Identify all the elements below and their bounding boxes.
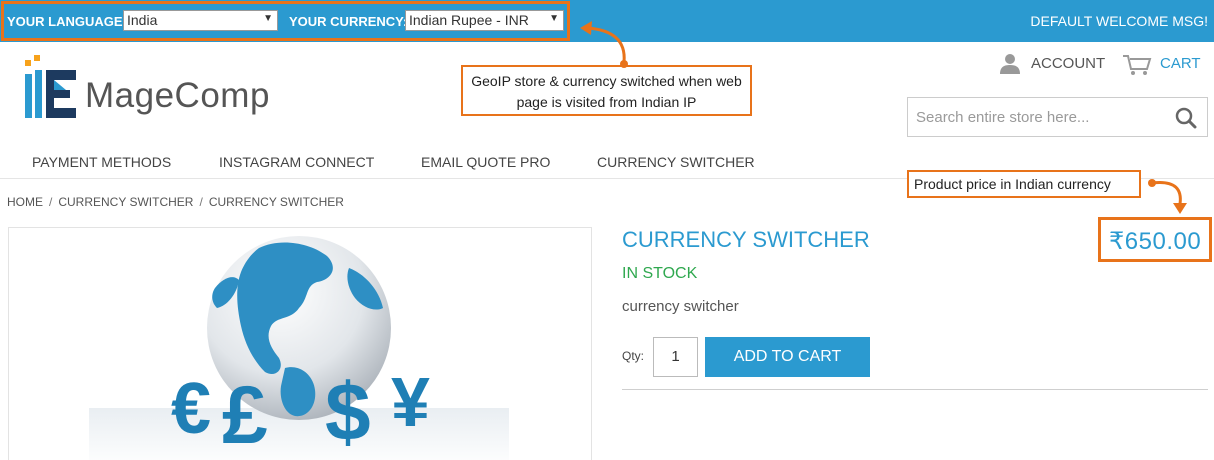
language-select-value: India xyxy=(127,12,158,28)
arrow-line-icon xyxy=(1151,180,1182,205)
nav-item-email-quote-pro[interactable]: EMAIL QUOTE PRO xyxy=(421,154,550,170)
divider xyxy=(622,389,1208,390)
arrow-head-icon xyxy=(1173,203,1187,214)
breadcrumb: HOME / CURRENCY SWITCHER / CURRENCY SWITCHER xyxy=(7,195,344,209)
price-highlight-box: ₹650.00 xyxy=(1098,217,1212,262)
breadcrumb-current: CURRENCY SWITCHER xyxy=(208,195,344,209)
search-input[interactable] xyxy=(908,98,1168,136)
add-to-cart-button[interactable]: ADD TO CART xyxy=(705,337,870,377)
nav-item-payment-methods[interactable]: PAYMENT METHODS xyxy=(32,154,171,170)
currency-select-value: Indian Rupee - INR xyxy=(409,12,529,28)
welcome-message: DEFAULT WELCOME MSG! xyxy=(1030,13,1208,29)
stock-status: IN STOCK xyxy=(622,265,698,282)
currency-label: YOUR CURRENCY: xyxy=(289,14,408,29)
nav-item-instagram-connect[interactable]: INSTAGRAM CONNECT xyxy=(219,154,374,170)
account-label: ACCOUNT xyxy=(1031,55,1106,72)
dropdown-arrow-icon: ▼ xyxy=(549,13,559,24)
cart-label: CART xyxy=(1160,55,1201,72)
breadcrumb-separator: / xyxy=(199,195,203,209)
user-icon xyxy=(1000,54,1020,74)
pound-symbol: £ xyxy=(222,370,268,460)
cart-icon xyxy=(1123,55,1152,75)
arrow-dot-icon xyxy=(1148,179,1156,187)
product-image[interactable]: € £ $ ¥ xyxy=(8,227,592,460)
currency-select[interactable]: Indian Rupee - INR ▼ xyxy=(405,10,564,31)
search-icon[interactable] xyxy=(1175,107,1197,129)
dollar-symbol: $ xyxy=(325,367,371,458)
magecomp-logo[interactable]: MageComp xyxy=(22,52,269,125)
breadcrumb-category[interactable]: CURRENCY SWITCHER xyxy=(58,195,193,209)
qty-label: Qty: xyxy=(622,349,645,363)
geoip-annotation: GeoIP store & currency switched when web… xyxy=(461,65,752,116)
logo-mark-icon xyxy=(25,55,76,118)
logo-text: MageComp xyxy=(85,76,270,115)
breadcrumb-separator: / xyxy=(49,195,53,209)
cart-link[interactable]: CART xyxy=(1122,53,1201,77)
account-link[interactable]: ACCOUNT xyxy=(998,53,1105,77)
product-price: ₹650.00 xyxy=(1109,228,1202,255)
product-description: currency switcher xyxy=(622,298,739,315)
yen-symbol: ¥ xyxy=(391,363,430,441)
top-bar: YOUR LANGUAGE: India ▼ YOUR CURRENCY: In… xyxy=(0,0,1214,42)
search-box xyxy=(907,97,1208,137)
globe-currency-image: € £ $ ¥ xyxy=(89,236,509,460)
breadcrumb-home[interactable]: HOME xyxy=(7,195,43,209)
product-title: CURRENCY SWITCHER xyxy=(622,227,870,252)
language-label: YOUR LANGUAGE: xyxy=(7,14,127,29)
qty-input[interactable]: 1 xyxy=(653,337,698,377)
language-select[interactable]: India ▼ xyxy=(123,10,278,31)
dropdown-arrow-icon: ▼ xyxy=(263,13,273,24)
nav-item-currency-switcher[interactable]: CURRENCY SWITCHER xyxy=(597,154,755,170)
euro-symbol: € xyxy=(171,369,211,449)
price-annotation: Product price in Indian currency xyxy=(907,170,1141,198)
